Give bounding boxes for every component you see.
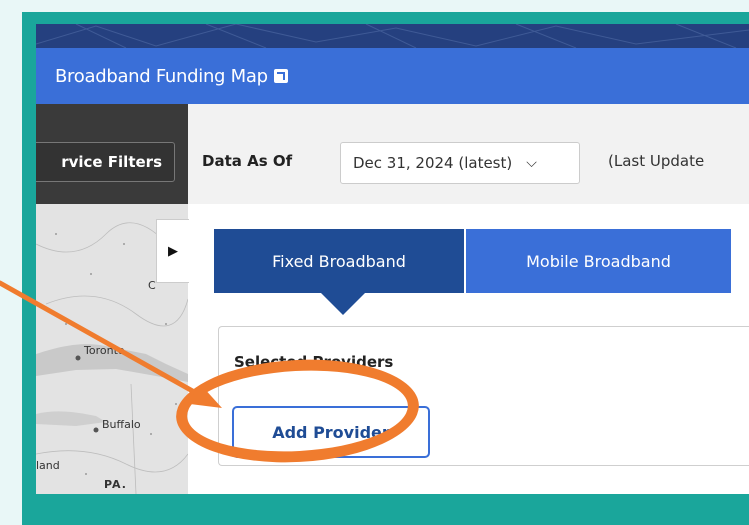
map-place-label: land xyxy=(36,459,60,472)
app-window: Broadband Funding Map rvice Filters Data… xyxy=(36,24,749,494)
service-filters-button[interactable]: rvice Filters xyxy=(36,142,175,182)
map-place-label: PA. xyxy=(104,478,127,491)
last-updated-text: (Last Update xyxy=(608,152,705,170)
data-date-select[interactable]: Dec 31, 2024 (latest) ⌵ xyxy=(340,142,580,184)
add-provider-button[interactable]: Add Provider xyxy=(232,406,430,458)
data-as-of-label: Data As Of xyxy=(202,152,293,170)
map-place-label: Buffalo xyxy=(102,418,141,431)
chevron-down-icon: ⌵ xyxy=(526,155,537,171)
selected-date: Dec 31, 2024 (latest) xyxy=(353,154,513,172)
active-tab-pointer xyxy=(321,293,365,315)
selected-providers-title: Selected Providers xyxy=(234,353,394,371)
tab-label: Mobile Broadband xyxy=(526,251,671,271)
tab-label: Fixed Broadband xyxy=(272,251,406,271)
map-place-label: Toronto xyxy=(84,344,125,357)
data-as-of-bar: Data As Of Dec 31, 2024 (latest) ⌵ (Last… xyxy=(188,104,749,205)
map-place-label: C xyxy=(148,279,156,292)
decorative-banner xyxy=(36,24,749,48)
app-header: Broadband Funding Map xyxy=(36,48,749,104)
collapse-panel-button[interactable]: ▶ xyxy=(156,219,189,283)
app-title[interactable]: Broadband Funding Map xyxy=(55,66,268,87)
caret-right-icon: ▶ xyxy=(168,243,178,259)
tab-fixed-broadband[interactable]: Fixed Broadband xyxy=(214,229,464,293)
external-link-icon[interactable] xyxy=(273,69,288,83)
tab-mobile-broadband[interactable]: Mobile Broadband xyxy=(466,229,731,293)
